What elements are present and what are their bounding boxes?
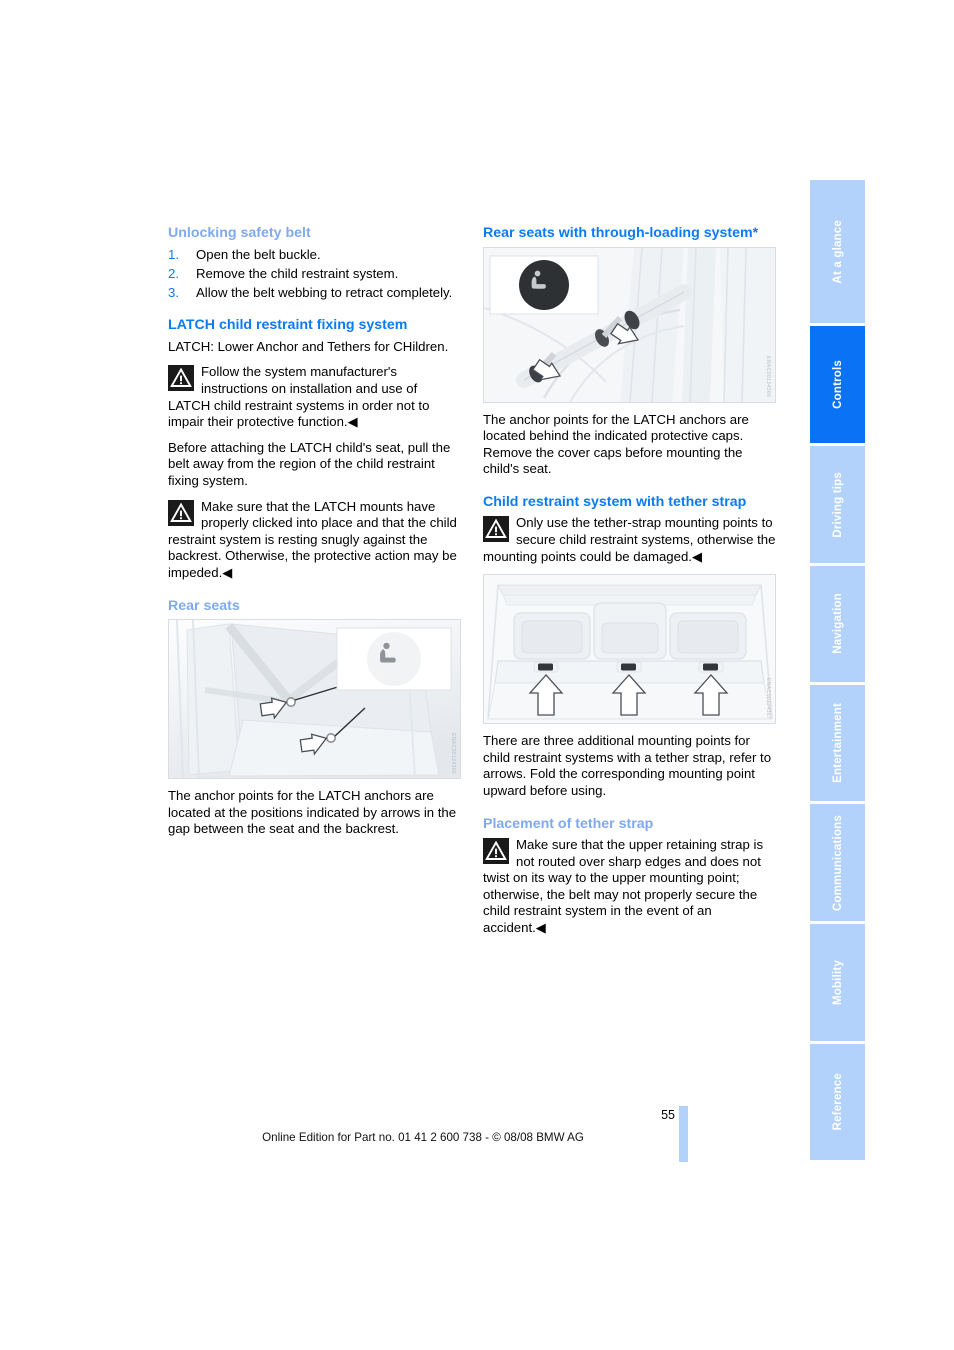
parcel-shelf-illustration — [484, 575, 775, 724]
warning-triangle-icon — [483, 838, 509, 865]
figure-credit: ENAC00124367 — [765, 678, 771, 720]
warning-note-tether-mounting-points: Only use the tether-strap mounting point… — [483, 515, 776, 565]
warning-text: Make sure that the LATCH mounts have pro… — [168, 498, 457, 580]
end-of-note-icon: ◀ — [691, 548, 703, 564]
heading-latch-child-restraint-fixing-system: LATCH child restraint fixing system — [168, 317, 408, 334]
step-text: Remove the child restraint system. — [196, 265, 399, 281]
paragraph-anchor-point-locations: The anchor points for the LATCH anchors … — [168, 788, 457, 837]
end-of-note-icon: ◀ — [222, 564, 233, 580]
heading-placement-of-tether-strap: Placement of tether strap — [483, 815, 654, 832]
list-item: 3. Allow the belt webbing to retract com… — [168, 285, 461, 302]
tab-label: Communications — [831, 814, 844, 911]
warning-note-latch-mounts-clicked: Make sure that the LATCH mounts have pro… — [168, 499, 461, 582]
end-of-note-icon: ◀ — [347, 414, 358, 430]
warning-text: Only use the tether-strap mounting point… — [483, 515, 776, 564]
sidebar-item-entertainment[interactable]: Entertainment — [810, 684, 865, 802]
step-number: 1. — [168, 246, 179, 262]
unlocking-steps-list: 1. Open the belt buckle. 2. Remove the c… — [168, 247, 461, 302]
heading-rear-seats: Rear seats — [168, 597, 240, 614]
step-text: Allow the belt webbing to retract comple… — [196, 284, 453, 300]
heading-unlocking-safety-belt: Unlocking safety belt — [168, 225, 311, 241]
figure-credit: ENAC00124366 — [765, 356, 771, 398]
sidebar-item-navigation[interactable]: Navigation — [810, 565, 865, 682]
tab-label: Controls — [831, 360, 844, 410]
figure-image: ENAC00124365 — [168, 619, 461, 779]
step-number: 3. — [168, 284, 179, 300]
warning-triangle-icon — [168, 499, 194, 526]
page-number: 55 — [661, 1108, 675, 1122]
warning-note-upper-retaining-strap: Make sure that the upper retaining strap… — [483, 837, 776, 937]
figure-through-loading-anchors: ENAC00124366 — [483, 246, 776, 403]
tab-label: At a glance — [831, 219, 844, 284]
heading-child-restraint-tether-strap: Child restraint system with tether strap — [483, 493, 747, 510]
sidebar-item-controls[interactable]: Controls — [810, 325, 865, 444]
footer-edition-text: Online Edition for Part no. 01 41 2 600 … — [262, 1131, 584, 1144]
list-item: 1. Open the belt buckle. — [168, 247, 461, 264]
figure-tether-mounting-points: ENAC00124367 — [483, 574, 776, 725]
paragraph-latch-definition: LATCH: Lower Anchor and Tethers for CHil… — [168, 338, 449, 354]
warning-text: Follow the system manufacturer's instruc… — [168, 364, 430, 430]
heading-rear-seats-through-loading: Rear seats with through-loading system* — [483, 225, 759, 241]
figure-image: ENAC00124366 — [483, 246, 776, 403]
warning-triangle-icon — [168, 365, 194, 392]
sidebar-item-mobility[interactable]: Mobility — [810, 924, 865, 1041]
warning-triangle-icon — [483, 516, 509, 543]
tab-label: Navigation — [831, 593, 844, 655]
left-text-column: Unlocking safety belt 1. Open the belt b… — [168, 225, 461, 847]
figure-image: ENAC00124367 — [483, 574, 776, 725]
sidebar-item-driving-tips[interactable]: Driving tips — [810, 446, 865, 563]
warning-text: Make sure that the upper retaining strap… — [483, 837, 764, 935]
step-text: Open the belt buckle. — [196, 246, 321, 262]
figure-credit: ENAC00124365 — [450, 732, 456, 774]
step-number: 2. — [168, 265, 179, 281]
list-item: 2. Remove the child restraint system. — [168, 266, 461, 283]
manual-page: At a glance Controls Driving tips Naviga… — [0, 0, 954, 1350]
footer-accent-bar — [679, 1106, 688, 1162]
sidebar-item-at-a-glance[interactable]: At a glance — [810, 180, 865, 323]
tab-label: Entertainment — [831, 703, 844, 783]
through-loading-illustration — [484, 247, 775, 402]
sidebar-item-communications[interactable]: Communications — [810, 804, 865, 922]
end-of-note-icon: ◀ — [535, 920, 546, 935]
paragraph-three-mounting-points: There are three additional mounting poin… — [483, 733, 772, 798]
section-tab-strip[interactable]: At a glance Controls Driving tips Naviga… — [810, 180, 865, 1160]
paragraph-before-attaching: Before attaching the LATCH child's seat,… — [168, 439, 451, 488]
right-text-column: Rear seats with through-loading system* — [483, 225, 776, 946]
rear-seat-illustration — [169, 620, 460, 778]
warning-note-follow-manufacturer: Follow the system manufacturer's instruc… — [168, 364, 461, 430]
sidebar-item-reference[interactable]: Reference — [810, 1043, 865, 1160]
tab-label: Mobility — [831, 960, 844, 1006]
tab-label: Driving tips — [831, 471, 844, 538]
figure-rear-seats-anchor-points: ENAC00124365 — [168, 619, 461, 779]
tab-label: Reference — [831, 1073, 844, 1131]
paragraph-anchor-caps: The anchor points for the LATCH anchors … — [483, 411, 749, 477]
